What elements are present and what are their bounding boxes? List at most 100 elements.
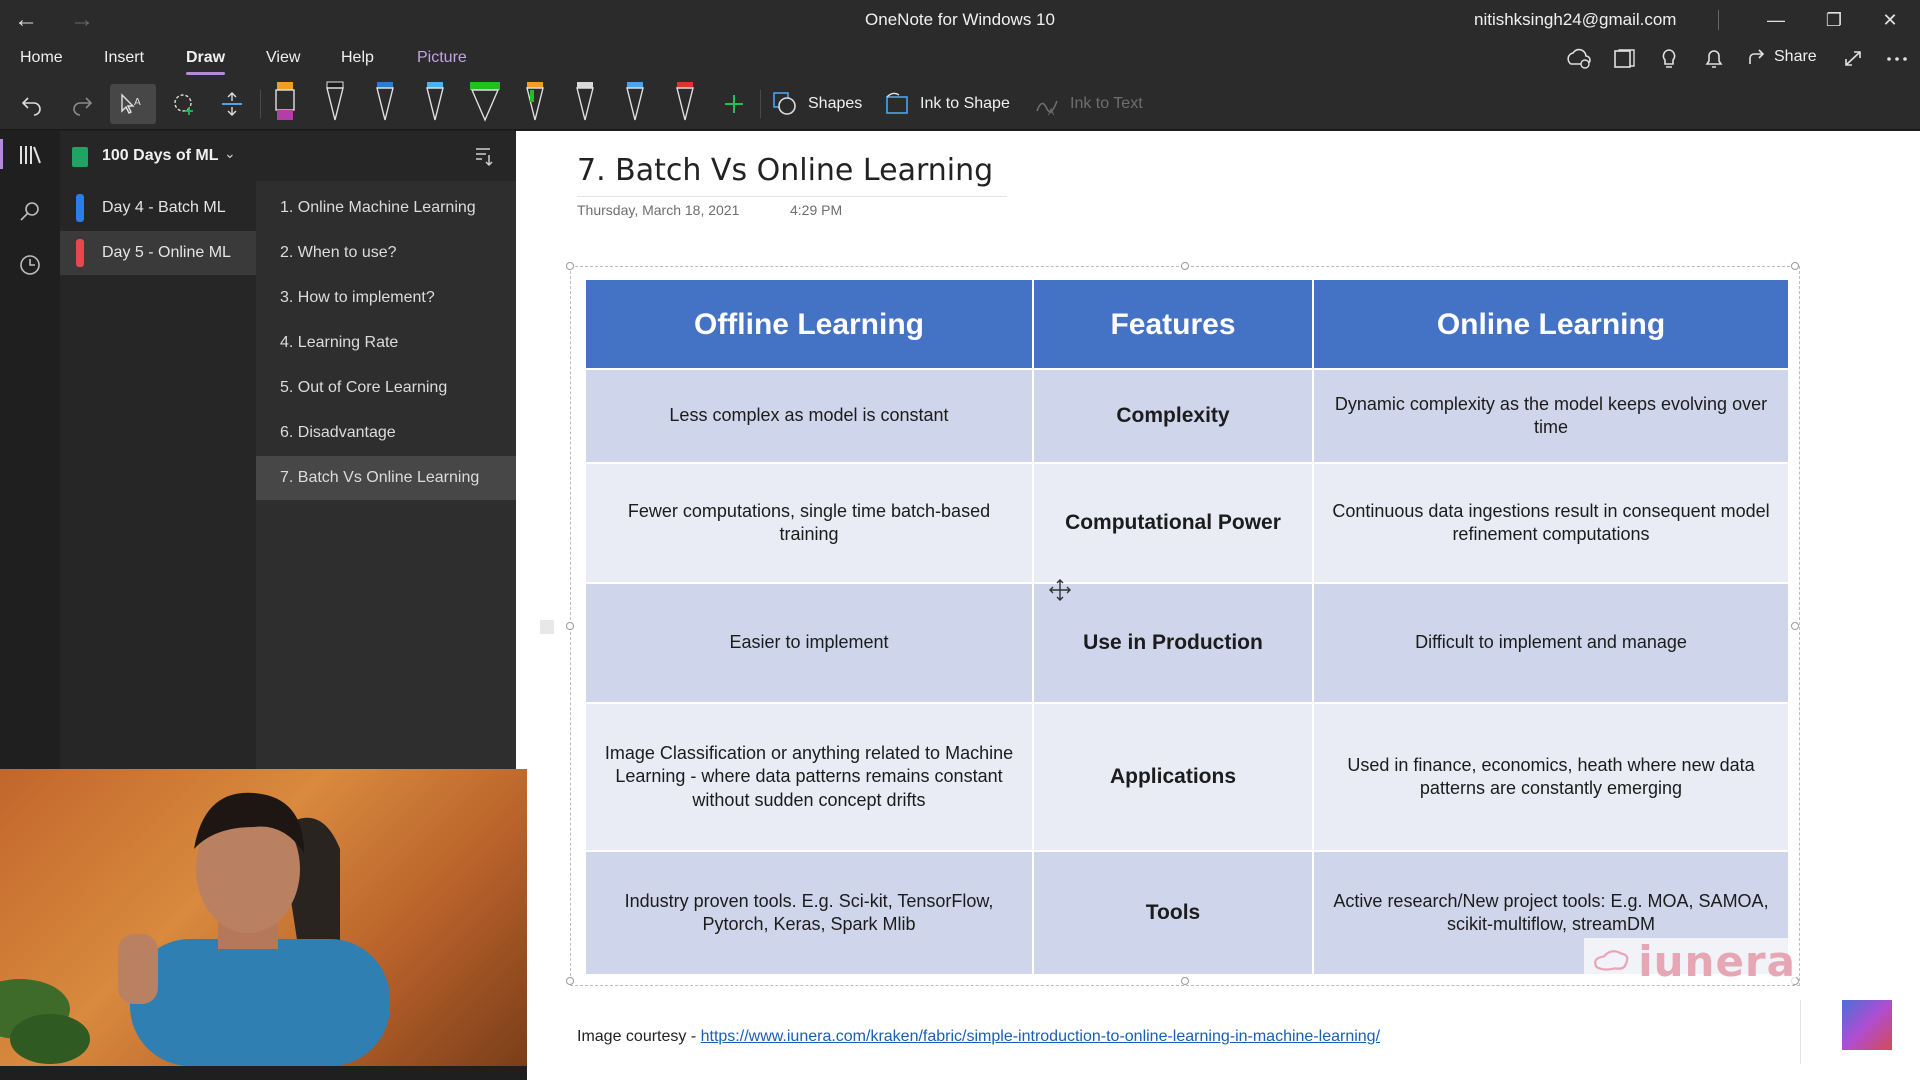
title-bar: ← → OneNote for Windows 10 nitishksingh2…: [0, 0, 1920, 40]
cell-feature: Complexity: [1032, 368, 1314, 464]
shapes-label: Shapes: [808, 95, 863, 112]
table-row: Less complex as model is constant Comple…: [584, 368, 1790, 464]
sort-pages-icon[interactable]: [472, 145, 494, 167]
green-highlighter-icon[interactable]: [468, 80, 502, 126]
share-button[interactable]: Share: [1748, 48, 1817, 66]
notebooks-icon[interactable]: [14, 139, 46, 171]
restore-icon[interactable]: ❐: [1814, 4, 1854, 36]
menu-help[interactable]: Help: [341, 49, 374, 67]
menu-insert[interactable]: Insert: [104, 49, 144, 67]
sync-icon[interactable]: [1566, 48, 1592, 70]
resize-handle[interactable]: [1181, 262, 1189, 270]
section-color-tab: [76, 194, 84, 222]
ink-to-text-label: Ink to Text: [1070, 95, 1143, 112]
page-item-5[interactable]: 5. Out of Core Learning: [256, 366, 516, 410]
gray-pen-icon[interactable]: [568, 80, 602, 126]
black-pen-icon[interactable]: [318, 80, 352, 126]
move-cursor-icon: [1049, 579, 1071, 601]
resize-handle[interactable]: [1181, 977, 1189, 985]
close-icon[interactable]: ✕: [1870, 4, 1910, 36]
expand-icon[interactable]: [1840, 48, 1866, 70]
cell-feature: Tools: [1032, 850, 1314, 976]
back-arrow-icon[interactable]: ←: [14, 6, 38, 34]
cell-online: Difficult to implement and manage: [1312, 582, 1790, 704]
page-item-4[interactable]: 4. Learning Rate: [256, 321, 516, 365]
table-row: Fewer computations, single time batch-ba…: [584, 462, 1790, 584]
section-label: Day 5 - Online ML: [102, 244, 231, 261]
resize-handle[interactable]: [566, 262, 574, 270]
resize-handle[interactable]: [566, 977, 574, 985]
undo-icon[interactable]: [16, 88, 48, 120]
page-item-3[interactable]: 3. How to implement?: [256, 276, 516, 320]
webcam-overlay: [0, 769, 527, 1066]
draw-ribbon: A Shapes Ink to Shape A Ink to Text: [0, 78, 1920, 130]
highlighter-pen-icon[interactable]: [268, 80, 302, 126]
header-offline: Offline Learning: [584, 278, 1034, 370]
lasso-select-icon[interactable]: [168, 88, 200, 120]
rail-active-indicator: [0, 139, 3, 169]
forward-arrow-icon[interactable]: →: [70, 6, 94, 34]
red-pen-icon[interactable]: [668, 80, 702, 126]
chevron-down-icon: ⌄: [224, 145, 236, 161]
resize-handle[interactable]: [1791, 262, 1799, 270]
section-item-day4[interactable]: Day 4 - Batch ML: [60, 186, 256, 230]
image-courtesy: Image courtesy - https://www.iunera.com/…: [577, 1028, 1380, 1046]
minimize-icon[interactable]: —: [1756, 4, 1796, 36]
courtesy-link[interactable]: https://www.iunera.com/kraken/fabric/sim…: [701, 1028, 1380, 1045]
share-icon: [1749, 49, 1765, 64]
orange-pencil-icon[interactable]: [518, 80, 552, 126]
section-item-day5[interactable]: Day 5 - Online ML: [60, 231, 256, 275]
cell-feature: Applications: [1032, 702, 1314, 852]
page-time: 4:29 PM: [790, 202, 843, 218]
type-select-tool-icon[interactable]: A: [110, 84, 156, 124]
cell-offline: Image Classification or anything related…: [584, 702, 1034, 852]
page-title[interactable]: 7. Batch Vs Online Learning: [577, 153, 993, 188]
corner-thumbnail[interactable]: [1842, 1000, 1892, 1050]
ink-to-text-icon: A: [1036, 100, 1058, 117]
page-item-6[interactable]: 6. Disadvantage: [256, 411, 516, 455]
more-options-icon[interactable]: [1884, 48, 1910, 70]
page-view-icon[interactable]: [1611, 48, 1637, 70]
iunera-logo-text: iunera: [1638, 936, 1796, 986]
ink-to-text-button[interactable]: A Ink to Text: [1034, 90, 1143, 118]
cell-offline: Easier to implement: [584, 582, 1034, 704]
cell-offline: Fewer computations, single time batch-ba…: [584, 462, 1034, 584]
ink-to-shape-label: Ink to Shape: [920, 95, 1010, 112]
ink-to-shape-button[interactable]: Ink to Shape: [884, 90, 1010, 118]
lightbulb-icon[interactable]: [1656, 48, 1682, 70]
notebook-selector[interactable]: 100 Days of ML ⌄: [60, 131, 516, 181]
menu-home[interactable]: Home: [20, 49, 63, 67]
menu-bar: Home Insert Draw View Help Picture Share: [0, 40, 1920, 78]
menu-draw[interactable]: Draw: [186, 49, 226, 75]
search-icon[interactable]: [14, 195, 46, 227]
page-label: 1. Online Machine Learning: [280, 199, 476, 216]
page-label: 4. Learning Rate: [280, 334, 399, 351]
share-label: Share: [1774, 48, 1817, 65]
bell-icon[interactable]: [1701, 48, 1727, 70]
titlebar-divider: [1718, 10, 1719, 30]
paragraph-handle[interactable]: [540, 620, 554, 634]
header-online: Online Learning: [1312, 278, 1790, 370]
blue-pen-icon[interactable]: [368, 80, 402, 126]
page-item-2[interactable]: 2. When to use?: [256, 231, 516, 275]
add-pen-icon[interactable]: [718, 88, 750, 120]
bottom-strip: [0, 1066, 527, 1080]
light-blue-pen-icon[interactable]: [418, 80, 452, 126]
page-item-7[interactable]: 7. Batch Vs Online Learning: [256, 456, 516, 500]
page-label: 7. Batch Vs Online Learning: [280, 469, 480, 486]
resize-handle[interactable]: [566, 622, 574, 630]
page-item-1[interactable]: 1. Online Machine Learning: [256, 186, 516, 230]
iunera-logo: iunera: [1584, 936, 1796, 986]
recent-icon[interactable]: [14, 249, 46, 281]
add-remove-space-icon[interactable]: [216, 88, 248, 120]
menu-view[interactable]: View: [266, 49, 300, 67]
cell-online: Continuous data ingestions result in con…: [1312, 462, 1790, 584]
shapes-button[interactable]: Shapes: [772, 90, 862, 118]
sky-blue-pen-icon[interactable]: [618, 80, 652, 126]
canvas-divider: [1800, 1000, 1801, 1064]
menu-picture[interactable]: Picture: [417, 49, 467, 67]
account-email[interactable]: nitishksingh24@gmail.com: [1474, 10, 1676, 30]
page-label: 2. When to use?: [280, 244, 397, 261]
resize-handle[interactable]: [1791, 622, 1799, 630]
redo-icon[interactable]: [66, 88, 98, 120]
